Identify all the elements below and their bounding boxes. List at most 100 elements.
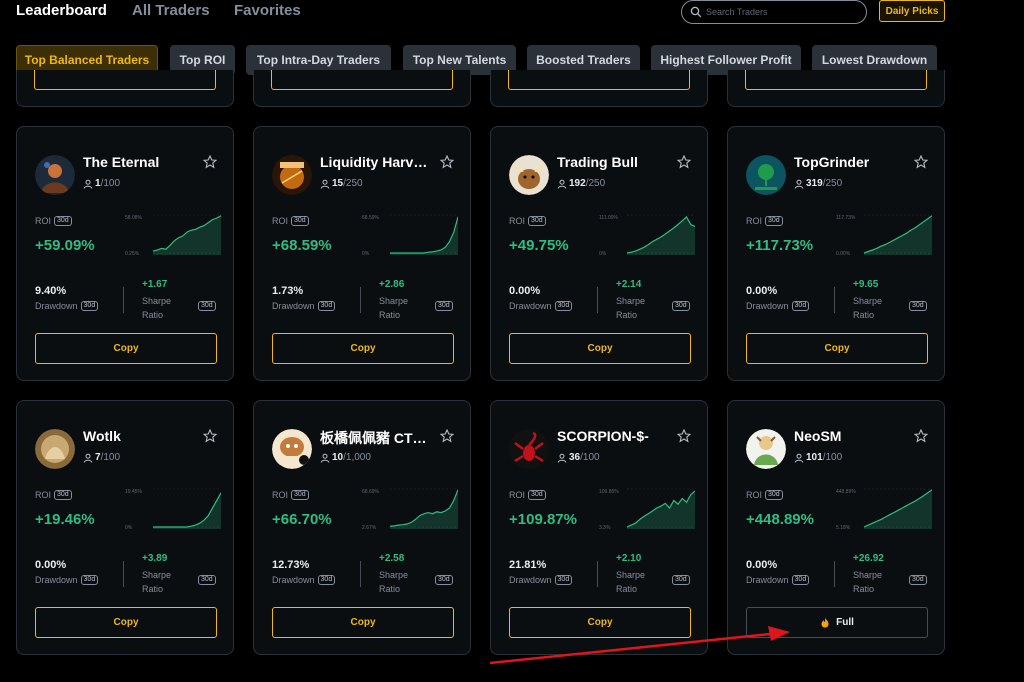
full-button[interactable]: Full — [746, 607, 928, 638]
trader-avatar[interactable] — [746, 155, 786, 195]
copy-button[interactable]: Copy — [272, 607, 454, 638]
trader-card[interactable]: SCORPION-$- 36/100 ROI 30d +109.87% 109.8… — [490, 400, 708, 655]
copy-button-partial[interactable] — [34, 70, 216, 90]
trader-avatar[interactable] — [746, 429, 786, 469]
grinder-logo-icon — [746, 155, 786, 195]
trader-name[interactable]: 板橋佩佩豬 CT… — [320, 428, 438, 448]
roi-label: ROI 30d — [746, 490, 783, 500]
trader-name[interactable]: Trading Bull — [557, 154, 675, 170]
trader-card-partial — [16, 70, 234, 107]
drawdown-label-text: Drawdown — [272, 575, 315, 585]
trader-name[interactable]: Wotlk — [83, 428, 201, 444]
copy-button[interactable]: Copy — [509, 607, 691, 638]
sparkline-low-label: 0% — [125, 525, 133, 531]
roi-label: ROI 30d — [272, 216, 309, 226]
favorite-star-icon[interactable] — [677, 155, 691, 169]
follower-current: 101 — [806, 452, 823, 463]
favorite-star-icon[interactable] — [677, 429, 691, 443]
trader-card[interactable]: Liquidity Harv… 15/250 ROI 30d +68.59% 68… — [253, 126, 471, 381]
trader-name[interactable]: NeoSM — [794, 428, 912, 444]
roi-value: +66.70% — [272, 511, 332, 528]
favorite-star-icon[interactable] — [914, 155, 928, 169]
sharpe-label: Sharpe Ratio — [142, 568, 171, 596]
trader-card-partial — [490, 70, 708, 107]
sparkline-area — [390, 216, 458, 255]
sharpe-label-line1: Sharpe — [142, 296, 172, 306]
tab-favorites[interactable]: Favorites — [234, 2, 301, 19]
tab-all-traders[interactable]: All Traders — [132, 2, 210, 19]
favorite-star-icon[interactable] — [440, 155, 454, 169]
trader-card[interactable]: Wotlk 7/100 ROI 30d +19.46% 19.45% 0% 0.0… — [16, 400, 234, 655]
copy-button-partial[interactable] — [508, 70, 690, 90]
trader-card[interactable]: 板橋佩佩豬 CT… 10/1,000 ROI 30d +66.70% 68.69%… — [253, 400, 471, 655]
metric-divider — [597, 287, 598, 313]
trader-name[interactable]: SCORPION-$- — [557, 428, 675, 444]
trader-avatar[interactable] — [272, 429, 312, 469]
scorpion-avatar-icon — [509, 429, 549, 469]
trader-avatar[interactable] — [35, 155, 75, 195]
drawdown-value: 0.00% — [35, 559, 67, 571]
sharpe-label-line1: Sharpe — [379, 296, 409, 306]
drawdown-label-text: Drawdown — [509, 301, 552, 311]
favorite-star-icon[interactable] — [203, 429, 217, 443]
trader-card[interactable]: Trading Bull 192/250 ROI 30d +49.75% 111.… — [490, 126, 708, 381]
copy-button[interactable]: Copy — [35, 333, 217, 364]
favorite-star-icon[interactable] — [914, 429, 928, 443]
period-tag: 30d — [528, 490, 546, 500]
tab-leaderboard[interactable]: Leaderboard — [16, 2, 107, 19]
copy-button-partial[interactable] — [745, 70, 927, 90]
sparkline-low-label: 3.3% — [599, 525, 611, 531]
sparkline-high-label: 448.89% — [836, 489, 856, 495]
sparkline-high-label: 117.73% — [836, 215, 856, 221]
search-input[interactable] — [706, 7, 856, 17]
trader-avatar[interactable] — [509, 429, 549, 469]
sharpe-label-line1: Sharpe — [142, 570, 172, 580]
trader-card[interactable]: TopGrinder 319/250 ROI 30d +117.73% 117.7… — [727, 126, 945, 381]
sharpe-value: +1.67 — [142, 279, 168, 290]
period-tag: 30d — [317, 575, 336, 585]
follower-current: 319 — [806, 178, 823, 189]
sparkline-area — [627, 216, 695, 255]
copy-button[interactable]: Copy — [35, 607, 217, 638]
metric-divider — [123, 287, 124, 313]
trader-card[interactable]: The Eternal 1/100 ROI 30d +59.09% 58.08% … — [16, 126, 234, 381]
copy-button[interactable]: Copy — [746, 333, 928, 364]
favorite-star-icon[interactable] — [440, 429, 454, 443]
search-box[interactable] — [681, 0, 867, 24]
metric-divider — [360, 287, 361, 313]
sparkline-low-label: 0.00% — [836, 251, 851, 257]
roi-label-text: ROI — [746, 216, 763, 226]
trader-avatar[interactable] — [509, 155, 549, 195]
roi-value: +109.87% — [509, 511, 577, 528]
trader-name[interactable]: TopGrinder — [794, 154, 912, 170]
sharpe-label-line2: Ratio — [853, 584, 875, 594]
copy-button[interactable]: Copy — [509, 333, 691, 364]
copy-button[interactable]: Copy — [272, 333, 454, 364]
sharpe-value: +2.14 — [616, 279, 642, 290]
drawdown-label: Drawdown 30d — [272, 301, 336, 311]
period-tag: 30d — [291, 216, 309, 226]
period-tag: 30d — [80, 575, 99, 585]
trader-name[interactable]: The Eternal — [83, 154, 201, 170]
drawdown-value: 21.81% — [509, 559, 547, 571]
sharpe-label-line2: Ratio — [142, 584, 164, 594]
harvester-logo-icon — [272, 155, 312, 195]
follower-count: 1/100 — [83, 178, 120, 189]
follower-capacity: /100 — [822, 452, 843, 463]
period-tag: 30d — [765, 490, 783, 500]
trader-avatar[interactable] — [272, 155, 312, 195]
sparkline-area — [864, 489, 932, 529]
trader-name[interactable]: Liquidity Harv… — [320, 154, 438, 170]
daily-picks-button[interactable]: Daily Picks — [879, 0, 945, 22]
trader-card[interactable]: NeoSM 101/100 ROI 30d +448.89% 448.89% 5.… — [727, 400, 945, 655]
period-tag: 30d — [198, 301, 216, 311]
roi-value: +59.09% — [35, 237, 95, 254]
favorite-star-icon[interactable] — [203, 155, 217, 169]
metric-divider — [834, 561, 835, 587]
drawdown-label: Drawdown 30d — [509, 301, 573, 311]
drawdown-value: 0.00% — [509, 285, 541, 297]
copy-button-partial[interactable] — [271, 70, 453, 90]
period-tag: 30d — [528, 216, 546, 226]
sharpe-label-line2: Ratio — [379, 584, 401, 594]
trader-avatar[interactable] — [35, 429, 75, 469]
